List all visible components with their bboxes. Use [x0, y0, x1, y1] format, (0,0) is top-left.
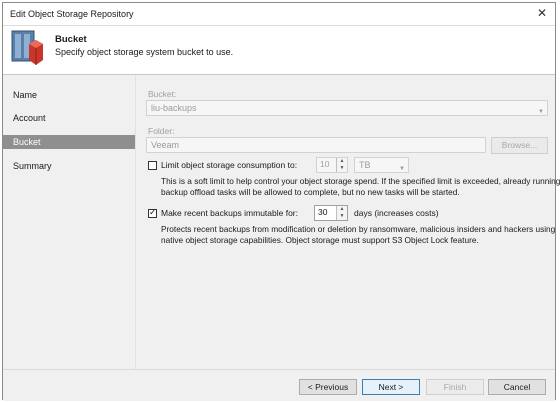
sidebar-item-name[interactable]: Name: [3, 88, 135, 102]
bucket-value: liu-backups: [151, 103, 197, 113]
next-button[interactable]: Next >: [362, 379, 420, 395]
stepper-arrows: ▲ ▼: [336, 158, 347, 172]
object-storage-repository-icon: [11, 30, 43, 65]
chevron-down-icon: ▼: [399, 166, 405, 172]
immutable-days-value: 30: [318, 207, 328, 217]
sidebar-item-summary[interactable]: Summary: [3, 159, 135, 173]
stepper-up-icon[interactable]: ▲: [337, 206, 347, 213]
limit-value-stepper[interactable]: 10 ▲ ▼: [316, 157, 348, 173]
browse-button[interactable]: Browse...: [491, 137, 548, 154]
dialog-window: Edit Object Storage Repository ✕ Bucket …: [2, 2, 560, 401]
wizard-header: Bucket Specify object storage system buc…: [3, 26, 555, 75]
limit-consumption-checkbox[interactable]: [148, 161, 157, 170]
finish-button[interactable]: Finish: [426, 379, 484, 395]
immutable-description: Protects recent backups from modificatio…: [161, 224, 556, 245]
bucket-select[interactable]: liu-backups ▼: [146, 100, 548, 116]
title-bar: Edit Object Storage Repository ✕: [3, 3, 555, 26]
close-icon[interactable]: ✕: [537, 6, 547, 20]
limit-unit-select[interactable]: TB ▼: [354, 157, 409, 173]
sidebar-item-bucket[interactable]: Bucket: [3, 135, 135, 149]
window-title: Edit Object Storage Repository: [10, 9, 134, 19]
stepper-down-icon[interactable]: ▼: [337, 213, 347, 220]
stepper-down-icon[interactable]: ▼: [337, 165, 347, 172]
immutable-checkbox[interactable]: [148, 207, 157, 218]
limit-unit-value: TB: [359, 160, 371, 170]
immutable-label: Make recent backups immutable for:: [161, 208, 299, 218]
wizard-footer: < Previous Next > Finish Cancel: [3, 369, 555, 401]
limit-description: This is a soft limit to help control you…: [161, 176, 560, 197]
previous-button[interactable]: < Previous: [299, 379, 357, 395]
sidebar-item-account[interactable]: Account: [3, 111, 135, 125]
header-subtitle: Specify object storage system bucket to …: [55, 47, 234, 57]
cancel-button[interactable]: Cancel: [488, 379, 546, 395]
folder-label: Folder:: [148, 126, 175, 136]
bucket-label: Bucket:: [148, 89, 177, 99]
stepper-up-icon[interactable]: ▲: [337, 158, 347, 165]
immutable-days-stepper[interactable]: 30 ▲ ▼: [314, 205, 348, 221]
folder-field[interactable]: Veeam: [146, 137, 486, 153]
limit-consumption-label: Limit object storage consumption to:: [161, 160, 298, 170]
immutable-unit-label: days (increases costs): [354, 208, 439, 218]
wizard-steps-sidebar: Name Account Bucket Summary: [3, 75, 136, 369]
stepper-arrows: ▲ ▼: [336, 206, 347, 220]
chevron-down-icon: ▼: [538, 109, 544, 115]
folder-value: Veeam: [151, 140, 180, 150]
limit-value: 10: [320, 159, 330, 169]
header-title: Bucket: [55, 34, 87, 45]
wizard-content: Bucket: liu-backups ▼ Folder: Veeam Brow…: [136, 75, 560, 369]
